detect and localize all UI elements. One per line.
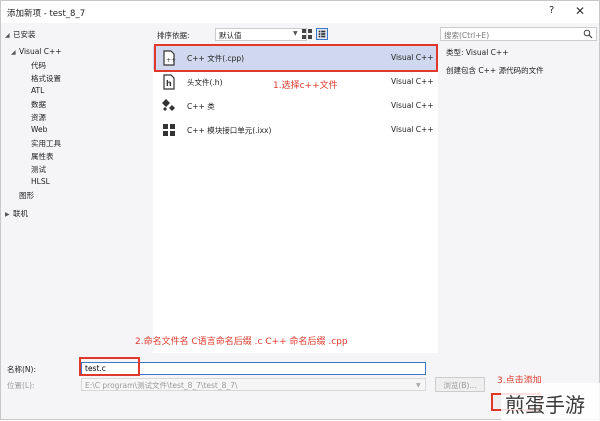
tree-item-label: HLSL — [31, 177, 50, 186]
category-tree: ◢ 已安装 ◢ Visual C++ 代码 格式设置 ATL 数据 资源 Web 实… — [1, 23, 151, 353]
template-language: Visual C++ — [391, 101, 434, 110]
location-label: 位置(L): — [7, 381, 35, 390]
annotation-step2: 2.命名文件名 C语言命名后缀 .c C++ 命名后缀 .cpp — [135, 337, 348, 347]
cpp-class-icon — [162, 99, 175, 111]
tree-item-graphics[interactable]: 图形 — [19, 190, 34, 201]
tree-item-label: 实用工具 — [31, 139, 61, 148]
chevron-down-icon: ▼ — [416, 382, 421, 389]
template-item-module-interface[interactable]: C++ 模块接口单元(.ixx) Visual C++ — [153, 118, 438, 142]
template-item-cpp-class[interactable]: C++ 类 Visual C++ — [153, 94, 438, 118]
tree-item-label: 数据 — [31, 100, 46, 109]
search-input[interactable]: 搜索(Ctrl+E) — [440, 27, 597, 41]
collapse-arrow-icon: ◢ — [11, 49, 16, 56]
watermark-text: 煎蛋手游 — [501, 383, 600, 421]
tree-item-resource[interactable]: 资源 — [31, 112, 46, 123]
template-description: 创建包含 C++ 源代码的文件 — [446, 66, 544, 75]
tree-item-test[interactable]: 测试 — [31, 164, 46, 175]
tree-item-web[interactable]: Web — [31, 125, 47, 134]
help-button[interactable]: ? — [549, 5, 554, 16]
title-bar: 添加新项 - test_8_7 ? ✕ — [1, 1, 599, 23]
tree-item-data[interactable]: 数据 — [31, 99, 46, 110]
chevron-down-icon: ▼ — [293, 30, 298, 37]
template-language: Visual C++ — [391, 125, 434, 134]
module-interface-icon — [163, 124, 175, 136]
details-pane: 搜索(Ctrl+E) 类型: Visual C++ 创建包含 C++ 源代码的文… — [440, 25, 599, 353]
tree-item-property-sheets[interactable]: 属性表 — [31, 151, 54, 162]
template-list: ++ C++ 文件(.cpp) Visual C++ h 头文件(.h) Vis… — [153, 45, 438, 353]
annotation-step1: 1.选择c++文件 — [273, 81, 338, 91]
tree-item-installed[interactable]: ◢ 已安装 — [5, 29, 36, 40]
expand-arrow-icon: ▶ — [5, 211, 10, 218]
header-file-icon: h — [163, 74, 175, 90]
tree-item-label: 格式设置 — [31, 74, 61, 83]
tree-item-label: 已安装 — [13, 30, 36, 39]
template-name: C++ 类 — [187, 102, 215, 111]
tree-item-label: 代码 — [31, 61, 46, 70]
template-type-info: 类型: Visual C++ — [446, 48, 509, 57]
tree-item-label: ATL — [31, 86, 45, 95]
highlight-box-template — [154, 44, 438, 72]
tree-item-online[interactable]: ▶ 联机 — [5, 208, 28, 219]
add-new-item-dialog: 添加新项 - test_8_7 ? ✕ ◢ 已安装 ◢ Visual C++ 代码 … — [0, 0, 600, 421]
tree-item-code[interactable]: 代码 — [31, 60, 46, 71]
tree-item-label: 测试 — [31, 165, 46, 174]
tree-item-label: 图形 — [19, 191, 34, 200]
tree-item-formatting[interactable]: 格式设置 — [31, 73, 61, 84]
tree-item-visual-cpp[interactable]: ◢ Visual C++ — [11, 47, 62, 56]
svg-text:h: h — [166, 79, 172, 88]
tree-item-utility[interactable]: 实用工具 — [31, 138, 61, 149]
highlight-box-name — [79, 357, 140, 376]
tree-item-label: Visual C++ — [19, 47, 62, 56]
collapse-arrow-icon: ◢ — [5, 32, 10, 39]
template-language: Visual C++ — [391, 77, 434, 86]
tree-item-label: Web — [31, 125, 48, 134]
tree-item-atl[interactable]: ATL — [31, 86, 44, 95]
location-field[interactable]: E:\C program\测试文件\test_8_7\test_8_7\ — [81, 378, 426, 391]
browse-button[interactable]: 浏览(B)... — [435, 377, 485, 392]
template-name: C++ 模块接口单元(.ixx) — [187, 126, 272, 135]
close-button[interactable]: ✕ — [575, 4, 585, 18]
tree-item-label: 联机 — [13, 209, 28, 218]
template-toolbar: 排序依据: 默认值 ▼ — [153, 25, 438, 43]
grid-view-icon[interactable] — [301, 28, 313, 40]
tree-item-label: 资源 — [31, 113, 46, 122]
tree-item-hlsl[interactable]: HLSL — [31, 177, 50, 186]
window-title: 添加新项 - test_8_7 — [7, 9, 86, 19]
name-label: 名称(N): — [7, 365, 36, 374]
sort-label: 排序依据: — [157, 31, 190, 40]
search-icon[interactable] — [583, 29, 593, 39]
list-view-icon[interactable] — [316, 28, 328, 40]
template-name: 头文件(.h) — [187, 78, 223, 87]
tree-item-label: 属性表 — [31, 152, 54, 161]
